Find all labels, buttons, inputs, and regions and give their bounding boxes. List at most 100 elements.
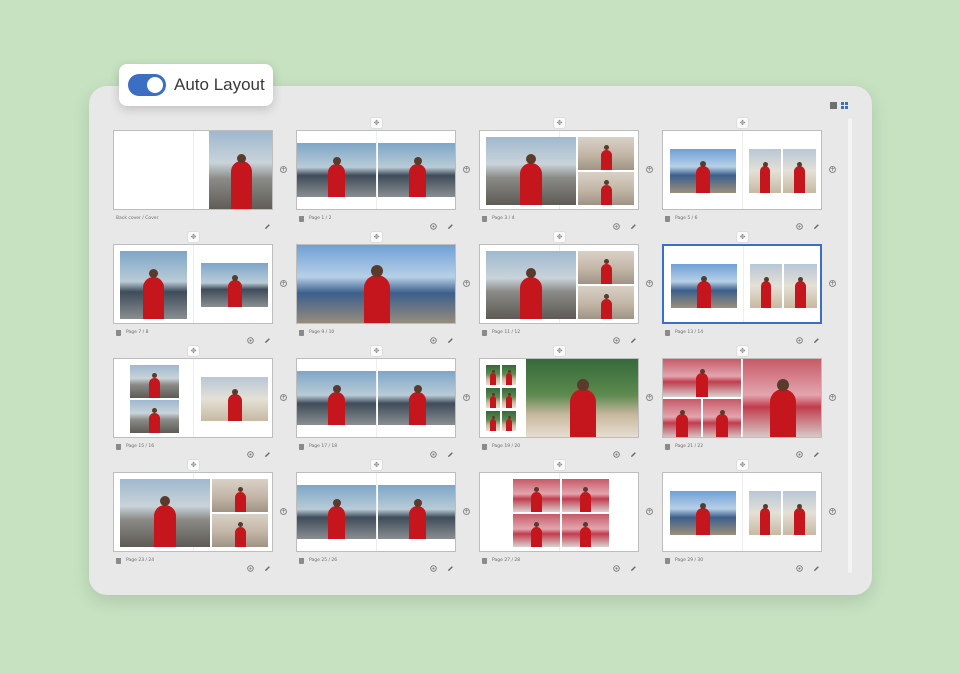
- photo-thumbnail[interactable]: [297, 485, 376, 539]
- spread-thumbnail[interactable]: [662, 130, 822, 210]
- add-page-icon[interactable]: +: [646, 166, 653, 173]
- photo-thumbnail[interactable]: [486, 137, 576, 205]
- add-page-icon[interactable]: +: [829, 280, 836, 287]
- move-handle-icon[interactable]: ✥: [737, 232, 748, 242]
- spread-thumbnail[interactable]: [296, 244, 456, 324]
- photo-thumbnail[interactable]: [670, 149, 736, 193]
- photo-thumbnail[interactable]: [297, 245, 455, 323]
- photo-thumbnail[interactable]: [212, 479, 268, 512]
- edit-icon[interactable]: [447, 557, 454, 571]
- move-handle-icon[interactable]: ✥: [554, 460, 565, 470]
- add-page-icon[interactable]: +: [646, 280, 653, 287]
- spread-thumbnail[interactable]: [113, 358, 273, 438]
- change-layout-icon[interactable]: [613, 215, 620, 230]
- photo-thumbnail[interactable]: [783, 149, 816, 193]
- change-layout-icon[interactable]: [613, 329, 620, 344]
- delete-icon[interactable]: [482, 216, 487, 222]
- photo-thumbnail[interactable]: [783, 491, 816, 535]
- auto-layout-toggle-card[interactable]: Auto Layout: [119, 64, 273, 106]
- move-handle-icon[interactable]: ✥: [554, 346, 565, 356]
- spread-thumbnail[interactable]: [662, 472, 822, 552]
- change-layout-icon[interactable]: [613, 443, 620, 458]
- photo-thumbnail[interactable]: [562, 514, 609, 547]
- change-layout-icon[interactable]: [430, 557, 437, 572]
- add-page-icon[interactable]: +: [829, 394, 836, 401]
- change-layout-icon[interactable]: [430, 329, 437, 344]
- add-page-icon[interactable]: +: [280, 280, 287, 287]
- photo-thumbnail[interactable]: [212, 514, 268, 547]
- edit-icon[interactable]: [813, 557, 820, 571]
- change-layout-icon[interactable]: [796, 443, 803, 458]
- delete-icon[interactable]: [482, 558, 487, 564]
- delete-icon[interactable]: [482, 444, 487, 450]
- photo-thumbnail[interactable]: [743, 359, 821, 437]
- photo-thumbnail[interactable]: [513, 479, 560, 512]
- photo-thumbnail[interactable]: [562, 479, 609, 512]
- edit-icon[interactable]: [630, 329, 637, 343]
- spread-thumbnail[interactable]: [113, 244, 273, 324]
- move-handle-icon[interactable]: ✥: [554, 118, 565, 128]
- photo-thumbnail[interactable]: [749, 491, 781, 535]
- photo-thumbnail[interactable]: [502, 365, 516, 385]
- photo-thumbnail[interactable]: [578, 137, 634, 170]
- change-layout-icon[interactable]: [430, 443, 437, 458]
- photo-thumbnail[interactable]: [130, 365, 179, 398]
- delete-icon[interactable]: [299, 330, 304, 336]
- photo-thumbnail[interactable]: [663, 359, 741, 397]
- change-layout-icon[interactable]: [796, 329, 803, 344]
- add-page-icon[interactable]: +: [280, 394, 287, 401]
- edit-icon[interactable]: [264, 329, 271, 343]
- move-handle-icon[interactable]: ✥: [737, 460, 748, 470]
- delete-icon[interactable]: [665, 558, 670, 564]
- auto-layout-switch[interactable]: [128, 74, 166, 96]
- photo-thumbnail[interactable]: [784, 264, 817, 308]
- edit-icon[interactable]: [447, 443, 454, 457]
- spread-thumbnail[interactable]: [296, 358, 456, 438]
- photo-thumbnail[interactable]: [502, 411, 516, 431]
- change-layout-icon[interactable]: [247, 329, 254, 344]
- move-handle-icon[interactable]: ✥: [554, 232, 565, 242]
- grid-view-icon[interactable]: [841, 102, 848, 109]
- delete-icon[interactable]: [116, 444, 121, 450]
- change-layout-icon[interactable]: [796, 215, 803, 230]
- photo-thumbnail[interactable]: [486, 365, 500, 385]
- photo-thumbnail[interactable]: [378, 371, 455, 425]
- add-page-icon[interactable]: +: [829, 166, 836, 173]
- add-page-icon[interactable]: +: [463, 394, 470, 401]
- add-page-icon[interactable]: +: [463, 508, 470, 515]
- delete-icon[interactable]: [299, 558, 304, 564]
- edit-icon[interactable]: [630, 215, 637, 229]
- photo-thumbnail[interactable]: [750, 264, 782, 308]
- change-layout-icon[interactable]: [613, 557, 620, 572]
- delete-icon[interactable]: [665, 330, 670, 336]
- edit-icon[interactable]: [264, 557, 271, 571]
- single-page-view-icon[interactable]: [830, 102, 837, 109]
- spread-thumbnail[interactable]: [296, 472, 456, 552]
- photo-thumbnail[interactable]: [486, 388, 500, 408]
- delete-icon[interactable]: [116, 330, 121, 336]
- delete-icon[interactable]: [482, 330, 487, 336]
- photo-thumbnail[interactable]: [578, 286, 634, 319]
- spread-thumbnail[interactable]: [662, 358, 822, 438]
- delete-icon[interactable]: [665, 444, 670, 450]
- spread-thumbnail[interactable]: [479, 244, 639, 324]
- move-handle-icon[interactable]: ✥: [371, 460, 382, 470]
- move-handle-icon[interactable]: ✥: [371, 346, 382, 356]
- edit-icon[interactable]: [813, 329, 820, 343]
- add-page-icon[interactable]: +: [463, 280, 470, 287]
- spread-thumbnail[interactable]: [479, 472, 639, 552]
- edit-icon[interactable]: [447, 215, 454, 229]
- photo-thumbnail[interactable]: [201, 377, 268, 421]
- photo-thumbnail[interactable]: [378, 143, 455, 197]
- edit-icon[interactable]: [630, 443, 637, 457]
- move-handle-icon[interactable]: ✥: [737, 118, 748, 128]
- move-handle-icon[interactable]: ✥: [188, 232, 199, 242]
- photo-thumbnail[interactable]: [578, 251, 634, 284]
- photo-thumbnail[interactable]: [671, 264, 737, 308]
- photo-thumbnail[interactable]: [749, 149, 781, 193]
- delete-icon[interactable]: [665, 216, 670, 222]
- change-layout-icon[interactable]: [247, 557, 254, 572]
- photo-thumbnail[interactable]: [378, 485, 455, 539]
- edit-icon[interactable]: [264, 443, 271, 457]
- edit-icon[interactable]: [813, 443, 820, 457]
